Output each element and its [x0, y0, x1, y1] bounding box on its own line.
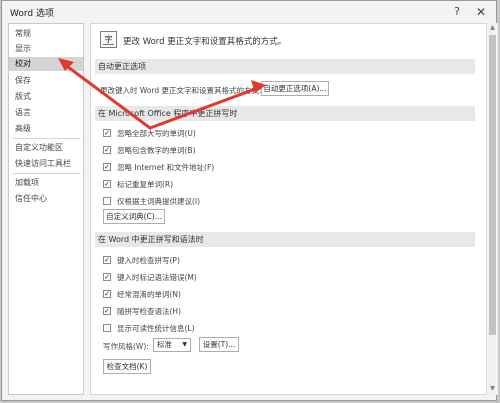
- autocorrect-description: 更改键入时 Word 更正文字和设置其格式的方式：: [100, 86, 267, 95]
- sidebar-item-addins[interactable]: 加载项: [9, 176, 83, 190]
- checkbox-readability-stats[interactable]: [103, 324, 111, 332]
- sidebar: 常规 显示 校对 保存 版式 语言 高级 自定义功能区 快速访问工具栏 加载项 …: [8, 23, 84, 395]
- option-label: 仅根据主词典提供建议(I): [117, 197, 201, 206]
- sidebar-item-save[interactable]: 保存: [9, 74, 83, 88]
- checkbox-confused-words[interactable]: ✓: [103, 290, 111, 298]
- writing-style-select[interactable]: 标准 ▼: [153, 338, 191, 352]
- close-button[interactable]: ✕: [472, 3, 490, 21]
- option-label: 经常混淆的单词(N): [117, 290, 181, 299]
- checkbox-main-dictionary-only[interactable]: [103, 197, 111, 205]
- checkbox-ignore-uppercase[interactable]: ✓: [103, 129, 111, 137]
- scroll-up-icon[interactable]: ▲: [487, 24, 498, 31]
- sidebar-divider: [13, 173, 81, 174]
- sidebar-divider: [13, 138, 81, 139]
- sidebar-item-customize-ribbon[interactable]: 自定义功能区: [9, 141, 83, 155]
- dialog-title: Word 选项: [10, 9, 54, 19]
- option-label: 随拼写检查语法(H): [117, 307, 181, 316]
- section-word-spelling: 在 Word 中更正拼写和语法时: [95, 232, 475, 247]
- option-label: 忽略包含数字的单词(B): [117, 146, 196, 155]
- checkbox-flag-repeated-words[interactable]: ✓: [103, 180, 111, 188]
- sidebar-item-display[interactable]: 显示: [9, 42, 83, 56]
- autocorrect-options-button[interactable]: 自动更正选项(A)...: [261, 81, 329, 96]
- option-label: 忽略全部大写的单词(U): [117, 129, 196, 138]
- writing-style-label: 写作风格(W):: [103, 342, 149, 351]
- checkbox-ignore-internet-addresses[interactable]: ✓: [103, 163, 111, 171]
- proofing-panel: 字 更改 Word 更正文字和设置其格式的方式。 自动更正选项 更改键入时 Wo…: [90, 23, 488, 395]
- scrollbar-thumb[interactable]: [489, 35, 496, 335]
- proofing-icon: 字: [100, 31, 117, 48]
- checkbox-ignore-numbers[interactable]: ✓: [103, 146, 111, 154]
- title-bar: Word 选项 ? ✕: [2, 1, 496, 23]
- sidebar-item-general[interactable]: 常规: [9, 27, 83, 41]
- option-label: 显示可读性统计信息(L): [117, 324, 195, 333]
- chevron-down-icon: ▼: [182, 341, 187, 348]
- settings-button[interactable]: 设置(T)...: [199, 337, 239, 352]
- section-office-spelling: 在 Microsoft Office 程序中更正拼写时: [95, 106, 475, 121]
- option-label: 忽略 Internet 和文件地址(F): [117, 163, 215, 172]
- sidebar-item-trust-center[interactable]: 信任中心: [9, 192, 83, 206]
- option-label: 键入时检查拼写(P): [117, 256, 180, 265]
- checkbox-check-spelling[interactable]: ✓: [103, 256, 111, 264]
- sidebar-item-layout[interactable]: 版式: [9, 90, 83, 104]
- sidebar-item-quick-access-toolbar[interactable]: 快速访问工具栏: [9, 157, 83, 171]
- checkbox-mark-grammar[interactable]: ✓: [103, 273, 111, 281]
- sidebar-item-advanced[interactable]: 高级: [9, 122, 83, 136]
- options-dialog: Word 选项 ? ✕ 常规 显示 校对 保存 版式 语言 高级 自定义功能区 …: [1, 0, 498, 401]
- scroll-down-icon[interactable]: ▼: [487, 385, 498, 392]
- recheck-document-button[interactable]: 检查文档(K): [103, 359, 151, 374]
- sidebar-item-proofing[interactable]: 校对: [9, 57, 83, 71]
- sidebar-item-language[interactable]: 语言: [9, 106, 83, 120]
- panel-description: 更改 Word 更正文字和设置其格式的方式。: [123, 37, 287, 47]
- custom-dictionaries-button[interactable]: 自定义词典(C)...: [103, 209, 165, 224]
- help-button[interactable]: ?: [448, 3, 466, 21]
- option-label: 键入时标记语法错误(M): [117, 273, 197, 282]
- writing-style-value: 标准: [157, 340, 172, 349]
- section-autocorrect: 自动更正选项: [95, 59, 475, 74]
- option-label: 标记重复单词(R): [117, 180, 174, 189]
- checkbox-grammar-with-spelling[interactable]: ✓: [103, 307, 111, 315]
- vertical-scrollbar[interactable]: ▲ ▼: [486, 23, 498, 395]
